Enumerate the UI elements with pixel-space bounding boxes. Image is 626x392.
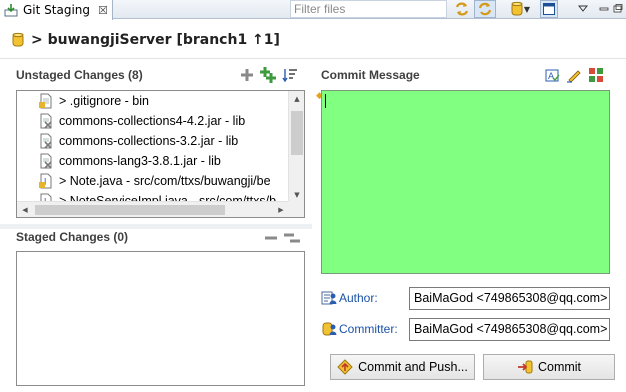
unstaged-toolbar — [240, 67, 298, 83]
jar-file-removed-icon — [40, 133, 52, 149]
commit-message-input[interactable] — [321, 90, 610, 274]
repository-title: > buwangjiServer [branch1 ↑1] — [31, 32, 280, 48]
staged-toolbar — [264, 231, 300, 245]
scroll-left-icon[interactable]: ◀ — [17, 202, 33, 217]
text-caret — [325, 94, 326, 108]
commit-and-push-label: Commit and Push... — [358, 360, 468, 374]
view-menu-button[interactable] — [575, 0, 591, 18]
refresh-icon — [455, 2, 469, 16]
tab-title: Git Staging — [23, 3, 91, 17]
svg-text:A: A — [548, 72, 555, 82]
author-icon — [321, 291, 337, 305]
unstage-selected-button[interactable] — [264, 231, 278, 245]
commit-button[interactable]: Commit — [483, 354, 615, 380]
jar-file-removed-icon — [40, 153, 52, 169]
author-label-row: Author: — [321, 288, 378, 308]
scroll-right-icon[interactable]: ▶ — [273, 202, 289, 217]
list-item[interactable]: commons-collections-3.2.jar - lib — [17, 131, 289, 151]
change-id-icon[interactable] — [588, 67, 604, 83]
stage-selected-button[interactable] — [240, 68, 254, 82]
vertical-scrollbar[interactable]: ▲ ▼ — [288, 91, 304, 203]
scroll-up-icon[interactable]: ▲ — [289, 91, 304, 107]
refresh-button[interactable] — [451, 0, 473, 18]
jar-file-removed-icon — [40, 113, 52, 129]
layout-icon — [543, 3, 555, 15]
chevron-down-icon: ▼ — [523, 4, 531, 14]
commit-push-icon — [337, 359, 353, 375]
author-label: Author: — [339, 291, 378, 305]
author-field[interactable]: BaiMaGod <749865308@qq.com> — [409, 287, 610, 310]
git-staging-icon — [4, 4, 18, 17]
header-divider — [0, 58, 626, 59]
text-file-modified-icon — [39, 93, 52, 109]
unstaged-rows: > .gitignore - bin commons-collections4-… — [17, 91, 289, 203]
scroll-thumb[interactable] — [291, 111, 303, 155]
commit-message-title: Commit Message — [321, 68, 420, 82]
view-tab-strip: Git Staging ☒ Filter files ▼ — [0, 0, 626, 20]
commit-icon — [517, 360, 533, 374]
minimize-icon — [599, 7, 609, 11]
repository-header: > buwangjiServer [branch1 ↑1] — [12, 30, 280, 50]
committer-icon — [322, 322, 337, 336]
commit-and-push-button[interactable]: Commit and Push... — [330, 354, 475, 380]
commit-message-toolbar: A — [544, 67, 604, 83]
committer-field[interactable]: BaiMaGod <749865308@qq.com> — [409, 318, 610, 341]
list-item[interactable]: commons-lang3-3.8.1.jar - lib — [17, 151, 289, 171]
link-sync-icon — [478, 2, 492, 16]
sash-divider[interactable] — [0, 224, 312, 229]
layout-toggle-button[interactable] — [540, 0, 558, 18]
view-menu-icon — [578, 5, 588, 12]
staged-file-list[interactable] — [16, 251, 305, 386]
file-label: > .gitignore - bin — [59, 94, 149, 108]
list-item[interactable]: > .gitignore - bin — [17, 91, 289, 111]
link-selection-button[interactable] — [474, 0, 496, 18]
unstaged-file-list[interactable]: > .gitignore - bin commons-collections4-… — [16, 90, 305, 218]
scroll-corner — [288, 201, 304, 217]
staged-changes-title: Staged Changes (0) — [16, 230, 129, 244]
maximize-button[interactable] — [610, 0, 626, 18]
close-icon[interactable]: ☒ — [98, 4, 108, 17]
tab-git-staging[interactable]: Git Staging ☒ — [0, 0, 113, 20]
commit-label: Commit — [537, 360, 582, 374]
file-label: commons-lang3-3.8.1.jar - lib — [59, 154, 221, 168]
committer-label-row: Committer: — [321, 319, 398, 339]
committer-label: Committer: — [339, 322, 398, 336]
file-label: > Note.java - src/com/ttxs/buwangji/be — [59, 174, 271, 188]
sign-off-pen-icon[interactable] — [566, 67, 582, 83]
filter-files-input[interactable]: Filter files — [290, 0, 447, 18]
scroll-thumb[interactable] — [35, 205, 225, 215]
file-label: commons-collections4-4.2.jar - lib — [59, 114, 246, 128]
list-item[interactable]: commons-collections4-4.2.jar - lib — [17, 111, 289, 131]
spell-check-icon[interactable]: A — [544, 67, 560, 83]
maximize-icon — [613, 4, 623, 13]
repository-dropdown-button[interactable]: ▼ — [520, 0, 534, 18]
java-file-modified-icon: J — [39, 173, 52, 189]
unstaged-changes-title: Unstaged Changes (8) — [16, 68, 143, 82]
horizontal-scrollbar[interactable]: ◀ ▶ — [17, 201, 289, 217]
list-item[interactable]: J > Note.java - src/com/ttxs/buwangji/be — [17, 171, 289, 191]
unstage-all-button[interactable] — [284, 231, 300, 245]
repository-icon — [12, 32, 24, 47]
file-label: commons-collections-3.2.jar - lib — [59, 134, 239, 148]
stage-all-button[interactable] — [260, 67, 276, 83]
sort-icon[interactable] — [282, 67, 298, 83]
